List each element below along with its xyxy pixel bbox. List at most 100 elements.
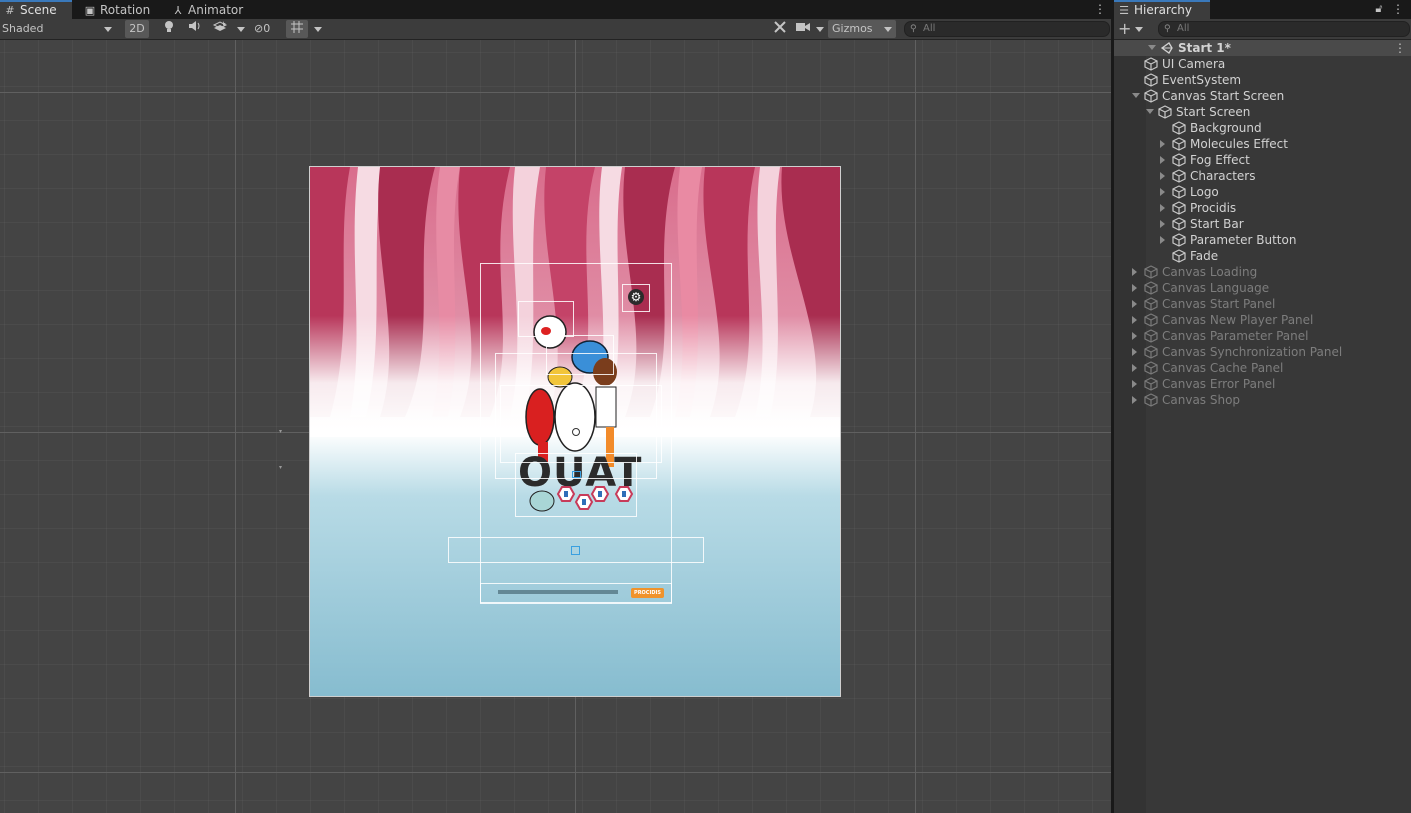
gameobject-cube-icon bbox=[1144, 345, 1158, 359]
shading-mode-dropdown[interactable]: Shaded bbox=[2, 20, 116, 38]
expand-arrow-icon[interactable] bbox=[1132, 316, 1137, 324]
hierarchy-item[interactable]: Fade bbox=[1114, 248, 1411, 264]
chevron-down-icon bbox=[1135, 27, 1143, 32]
scene-search-input[interactable]: ⚲ All bbox=[904, 21, 1110, 37]
effects-toggle-icon[interactable] bbox=[210, 20, 230, 38]
hierarchy-item[interactable]: Start Bar bbox=[1114, 216, 1411, 232]
hierarchy-item[interactable]: Canvas Parameter Panel bbox=[1114, 328, 1411, 344]
grid-snap-toggle-icon[interactable] bbox=[286, 20, 308, 38]
gameobject-cube-icon bbox=[1144, 297, 1158, 311]
expand-arrow-icon[interactable] bbox=[1160, 236, 1165, 244]
hierarchy-item[interactable]: Molecules Effect bbox=[1114, 136, 1411, 152]
hierarchy-item[interactable]: Procidis bbox=[1114, 200, 1411, 216]
scene-viewport[interactable]: OUAT ⚙ PROCIDIS ▾ ▾ bbox=[0, 40, 1111, 813]
gameobject-cube-icon bbox=[1144, 73, 1158, 87]
gameobject-cube-icon bbox=[1144, 393, 1158, 407]
hierarchy-search-input[interactable]: ⚲ All bbox=[1158, 21, 1410, 37]
hierarchy-item[interactable]: Canvas Cache Panel bbox=[1114, 360, 1411, 376]
tab-scene[interactable]: # Scene bbox=[0, 0, 72, 19]
collapse-arrow-icon[interactable] bbox=[1146, 109, 1154, 114]
gameobject-cube-icon bbox=[1172, 201, 1186, 215]
expand-arrow-icon[interactable] bbox=[1132, 268, 1137, 276]
lighting-toggle-icon[interactable] bbox=[160, 20, 178, 38]
expand-arrow-icon[interactable] bbox=[1160, 220, 1165, 228]
lock-icon[interactable]: 🔓︎ bbox=[1372, 1, 1386, 17]
expand-arrow-icon[interactable] bbox=[1160, 172, 1165, 180]
expand-arrow-icon[interactable] bbox=[1160, 204, 1165, 212]
hierarchy-item[interactable]: EventSystem bbox=[1114, 72, 1411, 88]
expand-arrow-icon[interactable] bbox=[1132, 380, 1137, 388]
hierarchy-item-label: Background bbox=[1190, 121, 1262, 135]
hierarchy-item[interactable]: Fog Effect bbox=[1114, 152, 1411, 168]
text-gizmo-icon bbox=[571, 546, 580, 555]
hierarchy-item[interactable]: Canvas Error Panel bbox=[1114, 376, 1411, 392]
parameter-button-frame bbox=[622, 284, 650, 312]
gameobject-cube-icon bbox=[1172, 169, 1186, 183]
anchor-icon: ▾ bbox=[279, 464, 283, 471]
hierarchy-item[interactable]: Canvas Start Screen bbox=[1114, 88, 1411, 104]
gameobject-cube-icon bbox=[1158, 105, 1172, 119]
tab-rotation[interactable]: ▣ Rotation bbox=[80, 0, 160, 19]
panel-menu-icon[interactable]: ⋮ bbox=[1392, 2, 1404, 16]
gameobject-cube-icon bbox=[1144, 329, 1158, 343]
expand-arrow-icon[interactable] bbox=[1132, 396, 1137, 404]
hierarchy-item[interactable]: Canvas Shop bbox=[1114, 392, 1411, 408]
gameobject-cube-icon bbox=[1172, 121, 1186, 135]
hierarchy-item[interactable]: Canvas New Player Panel bbox=[1114, 312, 1411, 328]
hierarchy-item-label: Characters bbox=[1190, 169, 1256, 183]
expand-arrow-icon[interactable] bbox=[1132, 284, 1137, 292]
plus-icon: + bbox=[1118, 19, 1132, 38]
grid-dropdown[interactable] bbox=[311, 20, 325, 38]
gizmos-dropdown[interactable]: Gizmos bbox=[828, 20, 896, 38]
start-screen-canvas[interactable]: OUAT ⚙ PROCIDIS bbox=[309, 166, 841, 697]
expand-arrow-icon[interactable] bbox=[1132, 364, 1137, 372]
expand-arrow-icon[interactable] bbox=[1160, 140, 1165, 148]
animation-clip-icon: ▣ bbox=[84, 4, 96, 17]
add-object-button[interactable]: + bbox=[1118, 20, 1146, 38]
collapse-arrow-icon[interactable] bbox=[1148, 45, 1156, 50]
hierarchy-item[interactable]: Logo bbox=[1114, 184, 1411, 200]
gizmos-label: Gizmos bbox=[832, 22, 873, 35]
hierarchy-item[interactable]: Canvas Start Panel bbox=[1114, 296, 1411, 312]
hierarchy-item-label: Canvas Synchronization Panel bbox=[1162, 345, 1343, 359]
gameobject-cube-icon bbox=[1144, 57, 1158, 71]
hierarchy-item[interactable]: UI Camera bbox=[1114, 56, 1411, 72]
eye-slash-icon: ⊘ bbox=[254, 22, 264, 35]
expand-arrow-icon[interactable] bbox=[1160, 156, 1165, 164]
hidden-objects-toggle[interactable]: ⊘0 bbox=[254, 20, 282, 38]
scene-menu-icon[interactable]: ⋮ bbox=[1394, 40, 1406, 56]
gameobject-cube-icon bbox=[1144, 89, 1158, 103]
hierarchy-item[interactable]: Canvas Language bbox=[1114, 280, 1411, 296]
unity-scene-icon bbox=[1160, 41, 1174, 55]
hierarchy-item[interactable]: Canvas Synchronization Panel bbox=[1114, 344, 1411, 360]
hierarchy-item[interactable]: Start Screen bbox=[1114, 104, 1411, 120]
tools-icon[interactable] bbox=[770, 20, 790, 38]
camera-settings-dropdown[interactable] bbox=[796, 20, 826, 38]
hierarchy-item[interactable]: Canvas Loading bbox=[1114, 264, 1411, 280]
expand-arrow-icon[interactable] bbox=[1160, 188, 1165, 196]
collapse-arrow-icon[interactable] bbox=[1132, 93, 1140, 98]
gameobject-cube-icon bbox=[1172, 137, 1186, 151]
hierarchy-scene-row[interactable]: Start 1* ⋮ bbox=[1114, 40, 1411, 56]
2d-mode-toggle[interactable]: 2D bbox=[125, 20, 149, 38]
hierarchy-item-label: Fade bbox=[1190, 249, 1219, 263]
tab-animator[interactable]: ⅄ Animator bbox=[168, 0, 248, 19]
hierarchy-item-label: Canvas Cache Panel bbox=[1162, 361, 1284, 375]
audio-toggle-icon[interactable] bbox=[186, 20, 204, 38]
tab-hierarchy[interactable]: ☰ Hierarchy bbox=[1114, 0, 1210, 19]
scene-name: Start 1* bbox=[1178, 41, 1231, 55]
effects-dropdown[interactable] bbox=[234, 20, 248, 38]
expand-arrow-icon[interactable] bbox=[1132, 348, 1137, 356]
hierarchy-item-label: Fog Effect bbox=[1190, 153, 1250, 167]
tab-rotation-label: Rotation bbox=[100, 3, 151, 17]
hierarchy-item[interactable]: Background bbox=[1114, 120, 1411, 136]
hierarchy-item[interactable]: Characters bbox=[1114, 168, 1411, 184]
hierarchy-item[interactable]: Parameter Button bbox=[1114, 232, 1411, 248]
expand-arrow-icon[interactable] bbox=[1132, 332, 1137, 340]
hierarchy-item-label: Canvas Start Screen bbox=[1162, 89, 1285, 103]
hierarchy-item-label: Canvas Loading bbox=[1162, 265, 1258, 279]
gameobject-cube-icon bbox=[1144, 313, 1158, 327]
hierarchy-tab-bar: ☰ Hierarchy 🔓︎ ⋮ bbox=[1114, 0, 1411, 19]
expand-arrow-icon[interactable] bbox=[1132, 300, 1137, 308]
panel-menu-icon[interactable]: ⋮ bbox=[1094, 2, 1106, 16]
